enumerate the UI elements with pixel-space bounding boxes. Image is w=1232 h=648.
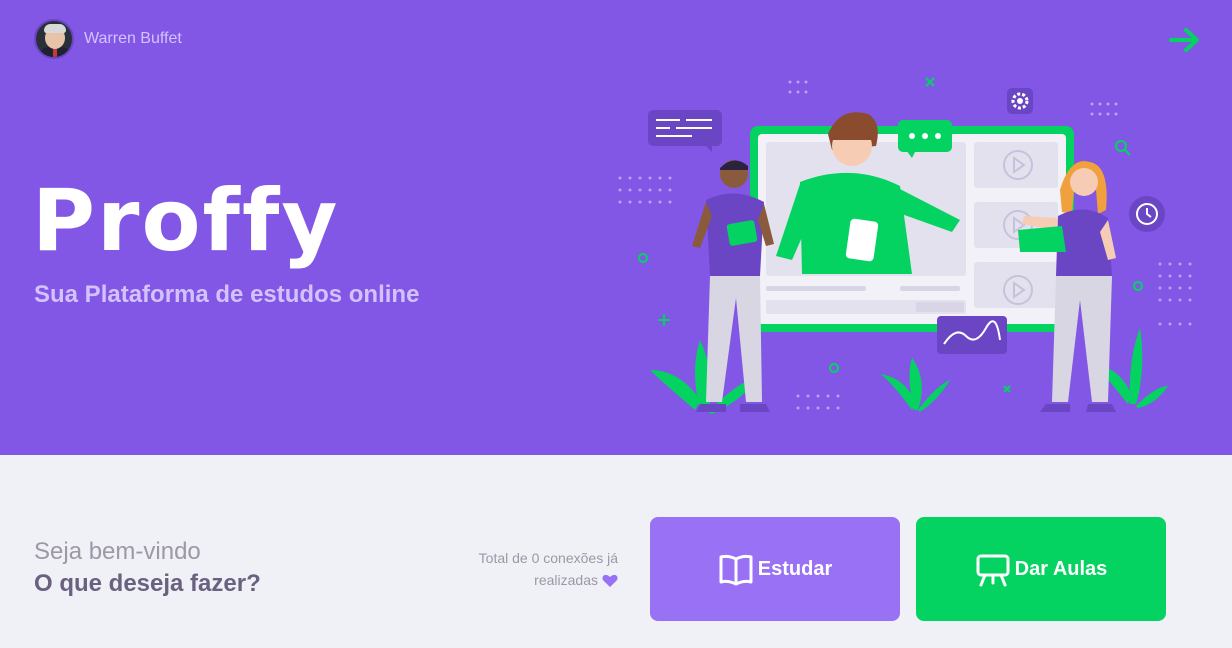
landing-illustration — [618, 77, 1192, 414]
hero-banner: Warren Buffet Proffy Sua Plataforma de e… — [0, 0, 1232, 455]
purple-heart-icon — [602, 575, 618, 588]
welcome-greeting: Seja bem-vindo — [34, 538, 201, 565]
study-button-label: Estudar — [757, 557, 833, 580]
arrow-right-icon — [1169, 28, 1199, 52]
user-profile[interactable]: Warren Buffet — [34, 19, 182, 59]
avatar[interactable] — [34, 19, 74, 59]
teach-button[interactable]: Dar Aulas — [916, 517, 1166, 621]
proffy-logo: Proffy — [32, 171, 342, 277]
book-icon — [719, 554, 753, 586]
total-connections-line2: realizadas — [534, 572, 598, 588]
total-connections: Total de 0 conexões já realizadas — [430, 547, 618, 591]
logo-text: Proffy — [32, 178, 339, 271]
logout-button[interactable] — [1168, 27, 1202, 53]
welcome-question: O que deseja fazer? — [34, 570, 261, 597]
presentation-board-icon — [976, 554, 1010, 587]
welcome-message: Seja bem-vindo O que deseja fazer? — [34, 537, 261, 601]
user-name[interactable]: Warren Buffet — [84, 30, 182, 48]
total-connections-line1: Total de 0 conexões já — [478, 550, 618, 566]
tagline: Sua Plataforma de estudos online — [34, 281, 420, 308]
teach-button-label: Dar Aulas — [1014, 557, 1108, 580]
study-button[interactable]: Estudar — [650, 517, 900, 621]
